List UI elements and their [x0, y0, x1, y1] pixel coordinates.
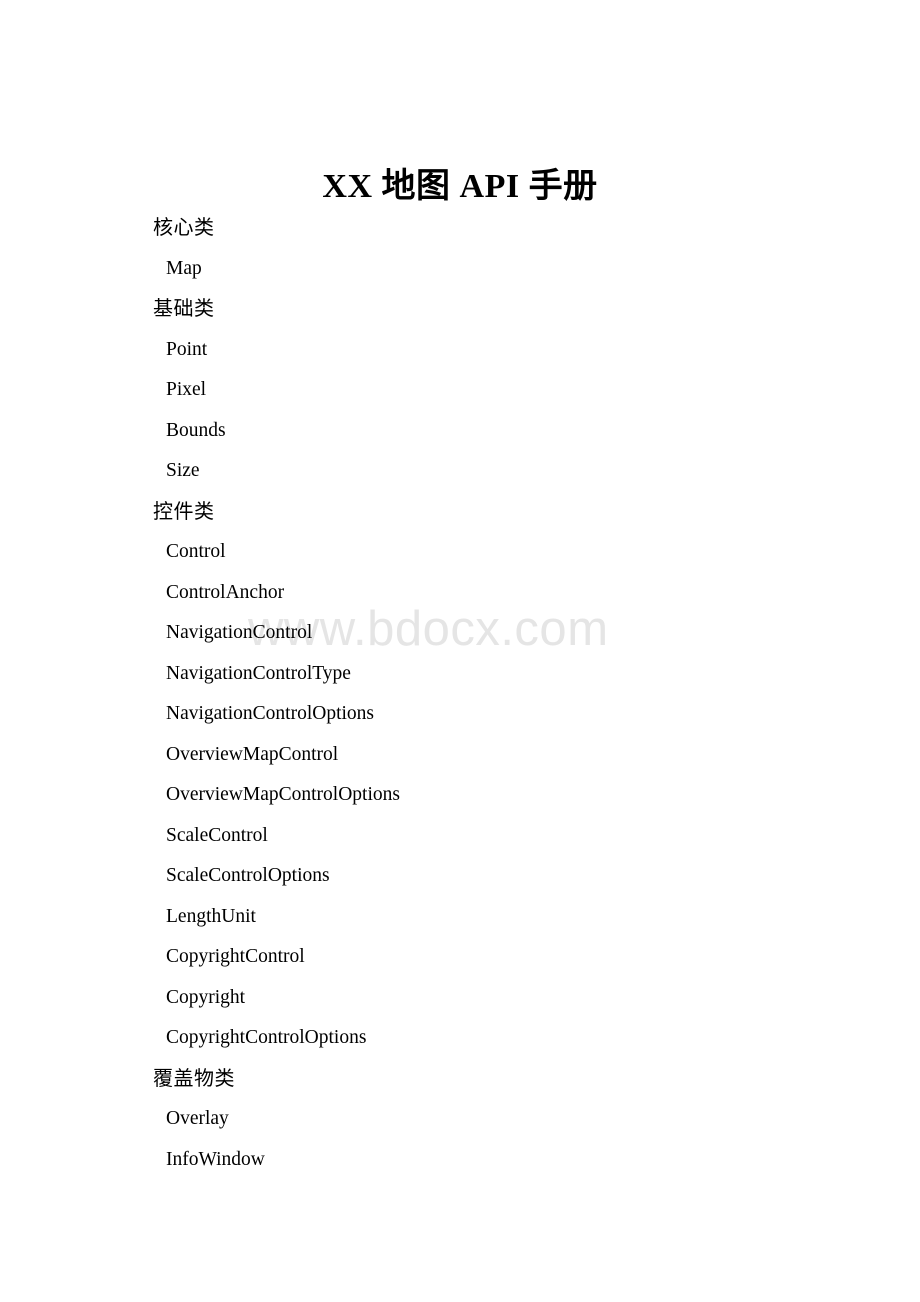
toc-item[interactable]: ControlAnchor — [0, 573, 920, 614]
toc-item[interactable]: CopyrightControl — [0, 937, 920, 978]
toc-item[interactable]: Overlay — [0, 1099, 920, 1140]
toc-item[interactable]: OverviewMapControl — [0, 735, 920, 776]
toc-item[interactable]: Copyright — [0, 978, 920, 1019]
toc-item[interactable]: NavigationControl — [0, 613, 920, 654]
document-title: XX 地图 API 手册 — [322, 167, 598, 205]
toc-item[interactable]: InfoWindow — [0, 1140, 920, 1181]
toc-section-header[interactable]: 控件类 — [0, 492, 920, 533]
toc-item[interactable]: NavigationControlOptions — [0, 694, 920, 735]
toc-item[interactable]: CopyrightControlOptions — [0, 1018, 920, 1059]
toc-item[interactable]: ScaleControl — [0, 816, 920, 857]
toc-item[interactable]: Size — [0, 451, 920, 492]
table-of-contents: 核心类 Map 基础类 Point Pixel Bounds Size 控件类 Control C… — [0, 208, 920, 1180]
toc-item[interactable]: Pixel — [0, 370, 920, 411]
toc-section-header[interactable]: 基础类 — [0, 289, 920, 330]
toc-item[interactable]: Point — [0, 330, 920, 371]
toc-item[interactable]: LengthUnit — [0, 897, 920, 938]
toc-item[interactable]: NavigationControlType — [0, 654, 920, 695]
toc-item[interactable]: Control — [0, 532, 920, 573]
toc-item[interactable]: OverviewMapControlOptions — [0, 775, 920, 816]
toc-section-header[interactable]: 核心类 — [0, 208, 920, 249]
toc-item[interactable]: Bounds — [0, 411, 920, 452]
toc-item[interactable]: Map — [0, 249, 920, 290]
toc-item[interactable]: ScaleControlOptions — [0, 856, 920, 897]
toc-section-header[interactable]: 覆盖物类 — [0, 1059, 920, 1100]
document-page: www.bdocx.com XX 地图 API 手册 核心类 Map 基础类 Poin… — [0, 0, 920, 1302]
